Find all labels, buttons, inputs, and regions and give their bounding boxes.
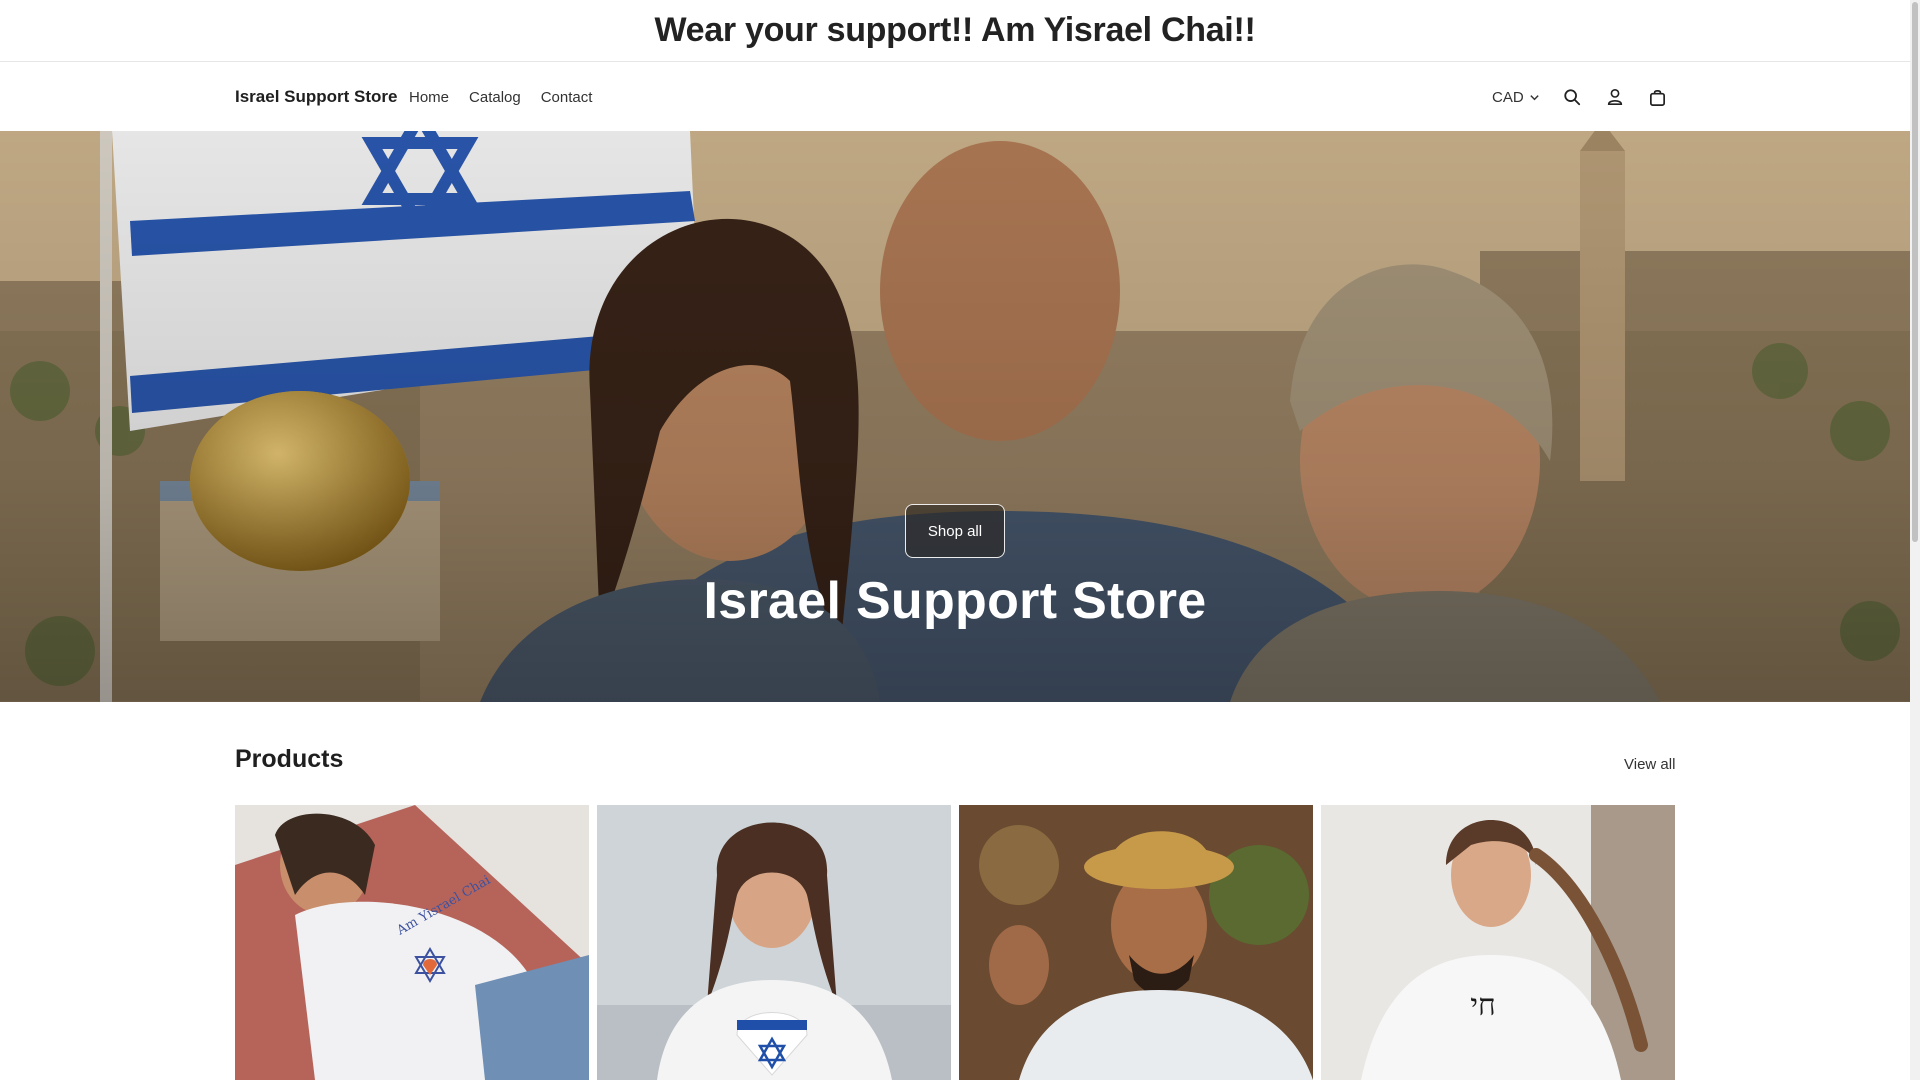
product-grid: Am Yisrael Chai חי: [235, 805, 1675, 1080]
chevron-down-icon: [1529, 94, 1539, 100]
shop-all-button[interactable]: Shop all: [905, 504, 1005, 558]
product-image: Am Yisrael Chai: [235, 805, 589, 1080]
product-image: [959, 805, 1313, 1080]
product-image: חי: [1321, 805, 1675, 1080]
search-icon: [1563, 89, 1580, 106]
cart-button[interactable]: [1636, 76, 1679, 119]
currency-label: CAD: [1492, 88, 1524, 106]
nav-home[interactable]: Home: [409, 89, 449, 106]
header-actions: CAD: [1492, 76, 1679, 119]
products-heading: Products: [235, 745, 344, 773]
announcement-bar: Wear your support!! Am Yisrael Chai!!: [0, 0, 1910, 62]
view-all-link[interactable]: View all: [1624, 756, 1675, 773]
announcement-text: Wear your support!! Am Yisrael Chai!!: [654, 11, 1256, 49]
page-scrollbar[interactable]: [1910, 0, 1920, 1080]
main-nav: Home Catalog Contact: [409, 89, 592, 106]
product-card[interactable]: [959, 805, 1313, 1080]
currency-selector[interactable]: CAD: [1492, 89, 1550, 106]
product-card[interactable]: Am Yisrael Chai: [235, 805, 589, 1080]
nav-catalog[interactable]: Catalog: [469, 89, 521, 106]
account-button[interactable]: [1593, 76, 1636, 119]
cart-icon: [1649, 89, 1666, 106]
account-icon: [1607, 88, 1622, 106]
product-card[interactable]: [597, 805, 951, 1080]
nav-contact[interactable]: Contact: [541, 89, 593, 106]
brand-link[interactable]: Israel Support Store: [235, 87, 397, 107]
shirt-print-text: חי: [1470, 988, 1496, 1023]
search-button[interactable]: [1550, 76, 1593, 119]
site-header: Israel Support Store Home Catalog Contac…: [0, 63, 1910, 131]
hero-banner: Shop all Israel Support Store: [0, 131, 1910, 702]
product-card[interactable]: חי: [1321, 805, 1675, 1080]
hero-title: Israel Support Store: [703, 572, 1207, 630]
scrollbar-thumb[interactable]: [1912, 2, 1918, 542]
product-image: [597, 805, 951, 1080]
